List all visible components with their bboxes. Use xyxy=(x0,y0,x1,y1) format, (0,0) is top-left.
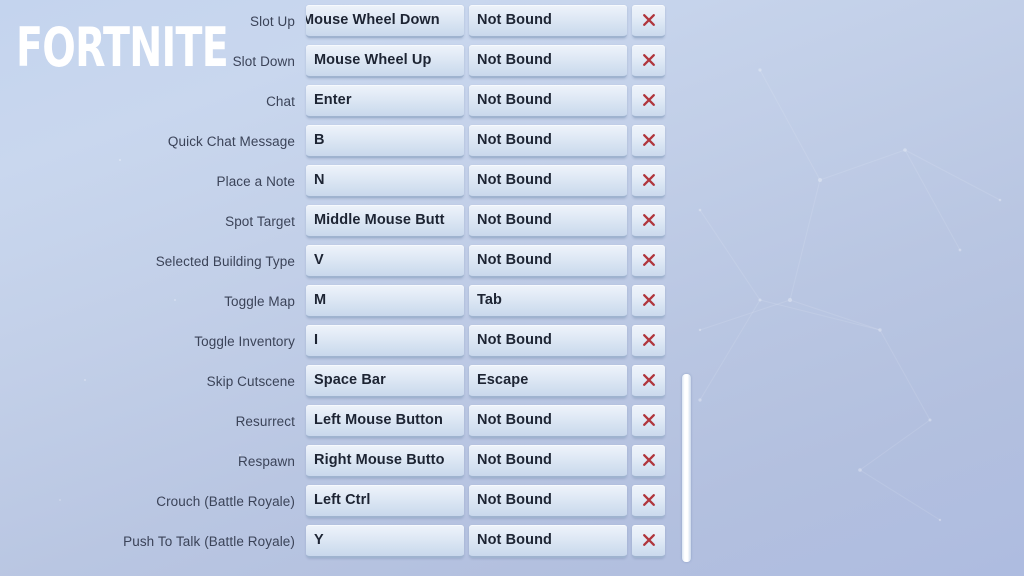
table-row: Respawn Right Mouse Butto Not Bound xyxy=(0,443,680,479)
clear-binding-button[interactable] xyxy=(632,364,665,398)
primary-binding-field[interactable]: Enter xyxy=(306,84,464,118)
secondary-binding-field[interactable]: Not Bound xyxy=(469,444,627,478)
table-row: Toggle Map M Tab xyxy=(0,283,680,319)
secondary-binding-field[interactable]: Not Bound xyxy=(469,524,627,558)
primary-binding-field[interactable]: N xyxy=(306,164,464,198)
close-x-icon xyxy=(642,94,655,106)
secondary-binding-field[interactable]: Not Bound xyxy=(469,324,627,358)
clear-binding-button[interactable] xyxy=(632,84,665,118)
table-row: Slot Up Mouse Wheel Down Not Bound xyxy=(0,3,680,39)
keybind-action-label: Respawn xyxy=(238,453,295,469)
secondary-binding-field[interactable]: Not Bound xyxy=(469,124,627,158)
close-x-icon xyxy=(642,14,655,26)
close-x-icon xyxy=(642,454,655,466)
table-row: Toggle Inventory I Not Bound xyxy=(0,323,680,359)
clear-binding-button[interactable] xyxy=(632,124,665,158)
keybind-action-label: Skip Cutscene xyxy=(206,373,295,389)
primary-binding-field[interactable]: Left Mouse Button xyxy=(306,404,464,438)
close-x-icon xyxy=(642,334,655,346)
secondary-binding-field[interactable]: Not Bound xyxy=(469,84,627,118)
clear-binding-button[interactable] xyxy=(632,284,665,318)
close-x-icon xyxy=(642,294,655,306)
keybind-action-label: Place a Note xyxy=(216,173,295,189)
clear-binding-button[interactable] xyxy=(632,404,665,438)
clear-binding-button[interactable] xyxy=(632,164,665,198)
primary-binding-field[interactable]: Right Mouse Butto xyxy=(306,444,464,478)
clear-binding-button[interactable] xyxy=(632,204,665,238)
clear-binding-button[interactable] xyxy=(632,484,665,518)
close-x-icon xyxy=(642,534,655,546)
scrollbar-thumb[interactable] xyxy=(682,374,691,562)
table-row: Chat Enter Not Bound xyxy=(0,83,680,119)
keybind-action-label: Push To Talk (Battle Royale) xyxy=(123,533,295,549)
clear-binding-button[interactable] xyxy=(632,524,665,558)
keybind-action-label: Quick Chat Message xyxy=(167,133,295,149)
close-x-icon xyxy=(642,174,655,186)
close-x-icon xyxy=(642,134,655,146)
primary-binding-field[interactable]: Y xyxy=(306,524,464,558)
close-x-icon xyxy=(642,414,655,426)
secondary-binding-field[interactable]: Not Bound xyxy=(469,244,627,278)
primary-binding-field[interactable]: Mouse Wheel Down xyxy=(306,4,464,38)
table-row: Spot Target Middle Mouse Butt Not Bound xyxy=(0,203,680,239)
keybind-action-label: Slot Up xyxy=(250,13,295,29)
close-x-icon xyxy=(642,254,655,266)
table-row: Selected Building Type V Not Bound xyxy=(0,243,680,279)
keybind-action-label: Toggle Map xyxy=(224,293,295,309)
secondary-binding-field[interactable]: Not Bound xyxy=(469,404,627,438)
clear-binding-button[interactable] xyxy=(632,4,665,38)
primary-binding-field[interactable]: Left Ctrl xyxy=(306,484,464,518)
keybind-action-label: Slot Down xyxy=(232,53,295,69)
keybind-action-label: Toggle Inventory xyxy=(194,333,295,349)
secondary-binding-field[interactable]: Not Bound xyxy=(469,484,627,518)
clear-binding-button[interactable] xyxy=(632,324,665,358)
close-x-icon xyxy=(642,54,655,66)
primary-binding-field[interactable]: I xyxy=(306,324,464,358)
table-row: Skip Cutscene Space Bar Escape xyxy=(0,363,680,399)
table-row: Quick Chat Message B Not Bound xyxy=(0,123,680,159)
clear-binding-button[interactable] xyxy=(632,444,665,478)
clear-binding-button[interactable] xyxy=(632,44,665,78)
keybind-action-label: Spot Target xyxy=(225,213,295,229)
table-row: Crouch (Battle Royale) Left Ctrl Not Bound xyxy=(0,483,680,519)
primary-binding-field[interactable]: M xyxy=(306,284,464,318)
secondary-binding-field[interactable]: Not Bound xyxy=(469,204,627,238)
close-x-icon xyxy=(642,214,655,226)
secondary-binding-field[interactable]: Escape xyxy=(469,364,627,398)
close-x-icon xyxy=(642,494,655,506)
primary-binding-field[interactable]: Middle Mouse Butt xyxy=(306,204,464,238)
secondary-binding-field[interactable]: Not Bound xyxy=(469,44,627,78)
clear-binding-button[interactable] xyxy=(632,244,665,278)
table-row: Push To Talk (Battle Royale) Y Not Bound xyxy=(0,523,680,559)
primary-binding-field[interactable]: V xyxy=(306,244,464,278)
secondary-binding-field[interactable]: Not Bound xyxy=(469,164,627,198)
primary-binding-field[interactable]: Mouse Wheel Up xyxy=(306,44,464,78)
secondary-binding-field[interactable]: Tab xyxy=(469,284,627,318)
keybind-action-label: Selected Building Type xyxy=(155,253,295,269)
table-row: Place a Note N Not Bound xyxy=(0,163,680,199)
secondary-binding-field[interactable]: Not Bound xyxy=(469,4,627,38)
keybind-action-label: Chat xyxy=(266,93,295,109)
primary-binding-field[interactable]: B xyxy=(306,124,464,158)
table-row: Resurrect Left Mouse Button Not Bound xyxy=(0,403,680,439)
keybind-action-label: Crouch (Battle Royale) xyxy=(156,493,295,509)
keybind-action-label: Resurrect xyxy=(235,413,295,429)
table-row: Slot Down Mouse Wheel Up Not Bound xyxy=(0,43,680,79)
close-x-icon xyxy=(642,374,655,386)
primary-binding-field[interactable]: Space Bar xyxy=(306,364,464,398)
